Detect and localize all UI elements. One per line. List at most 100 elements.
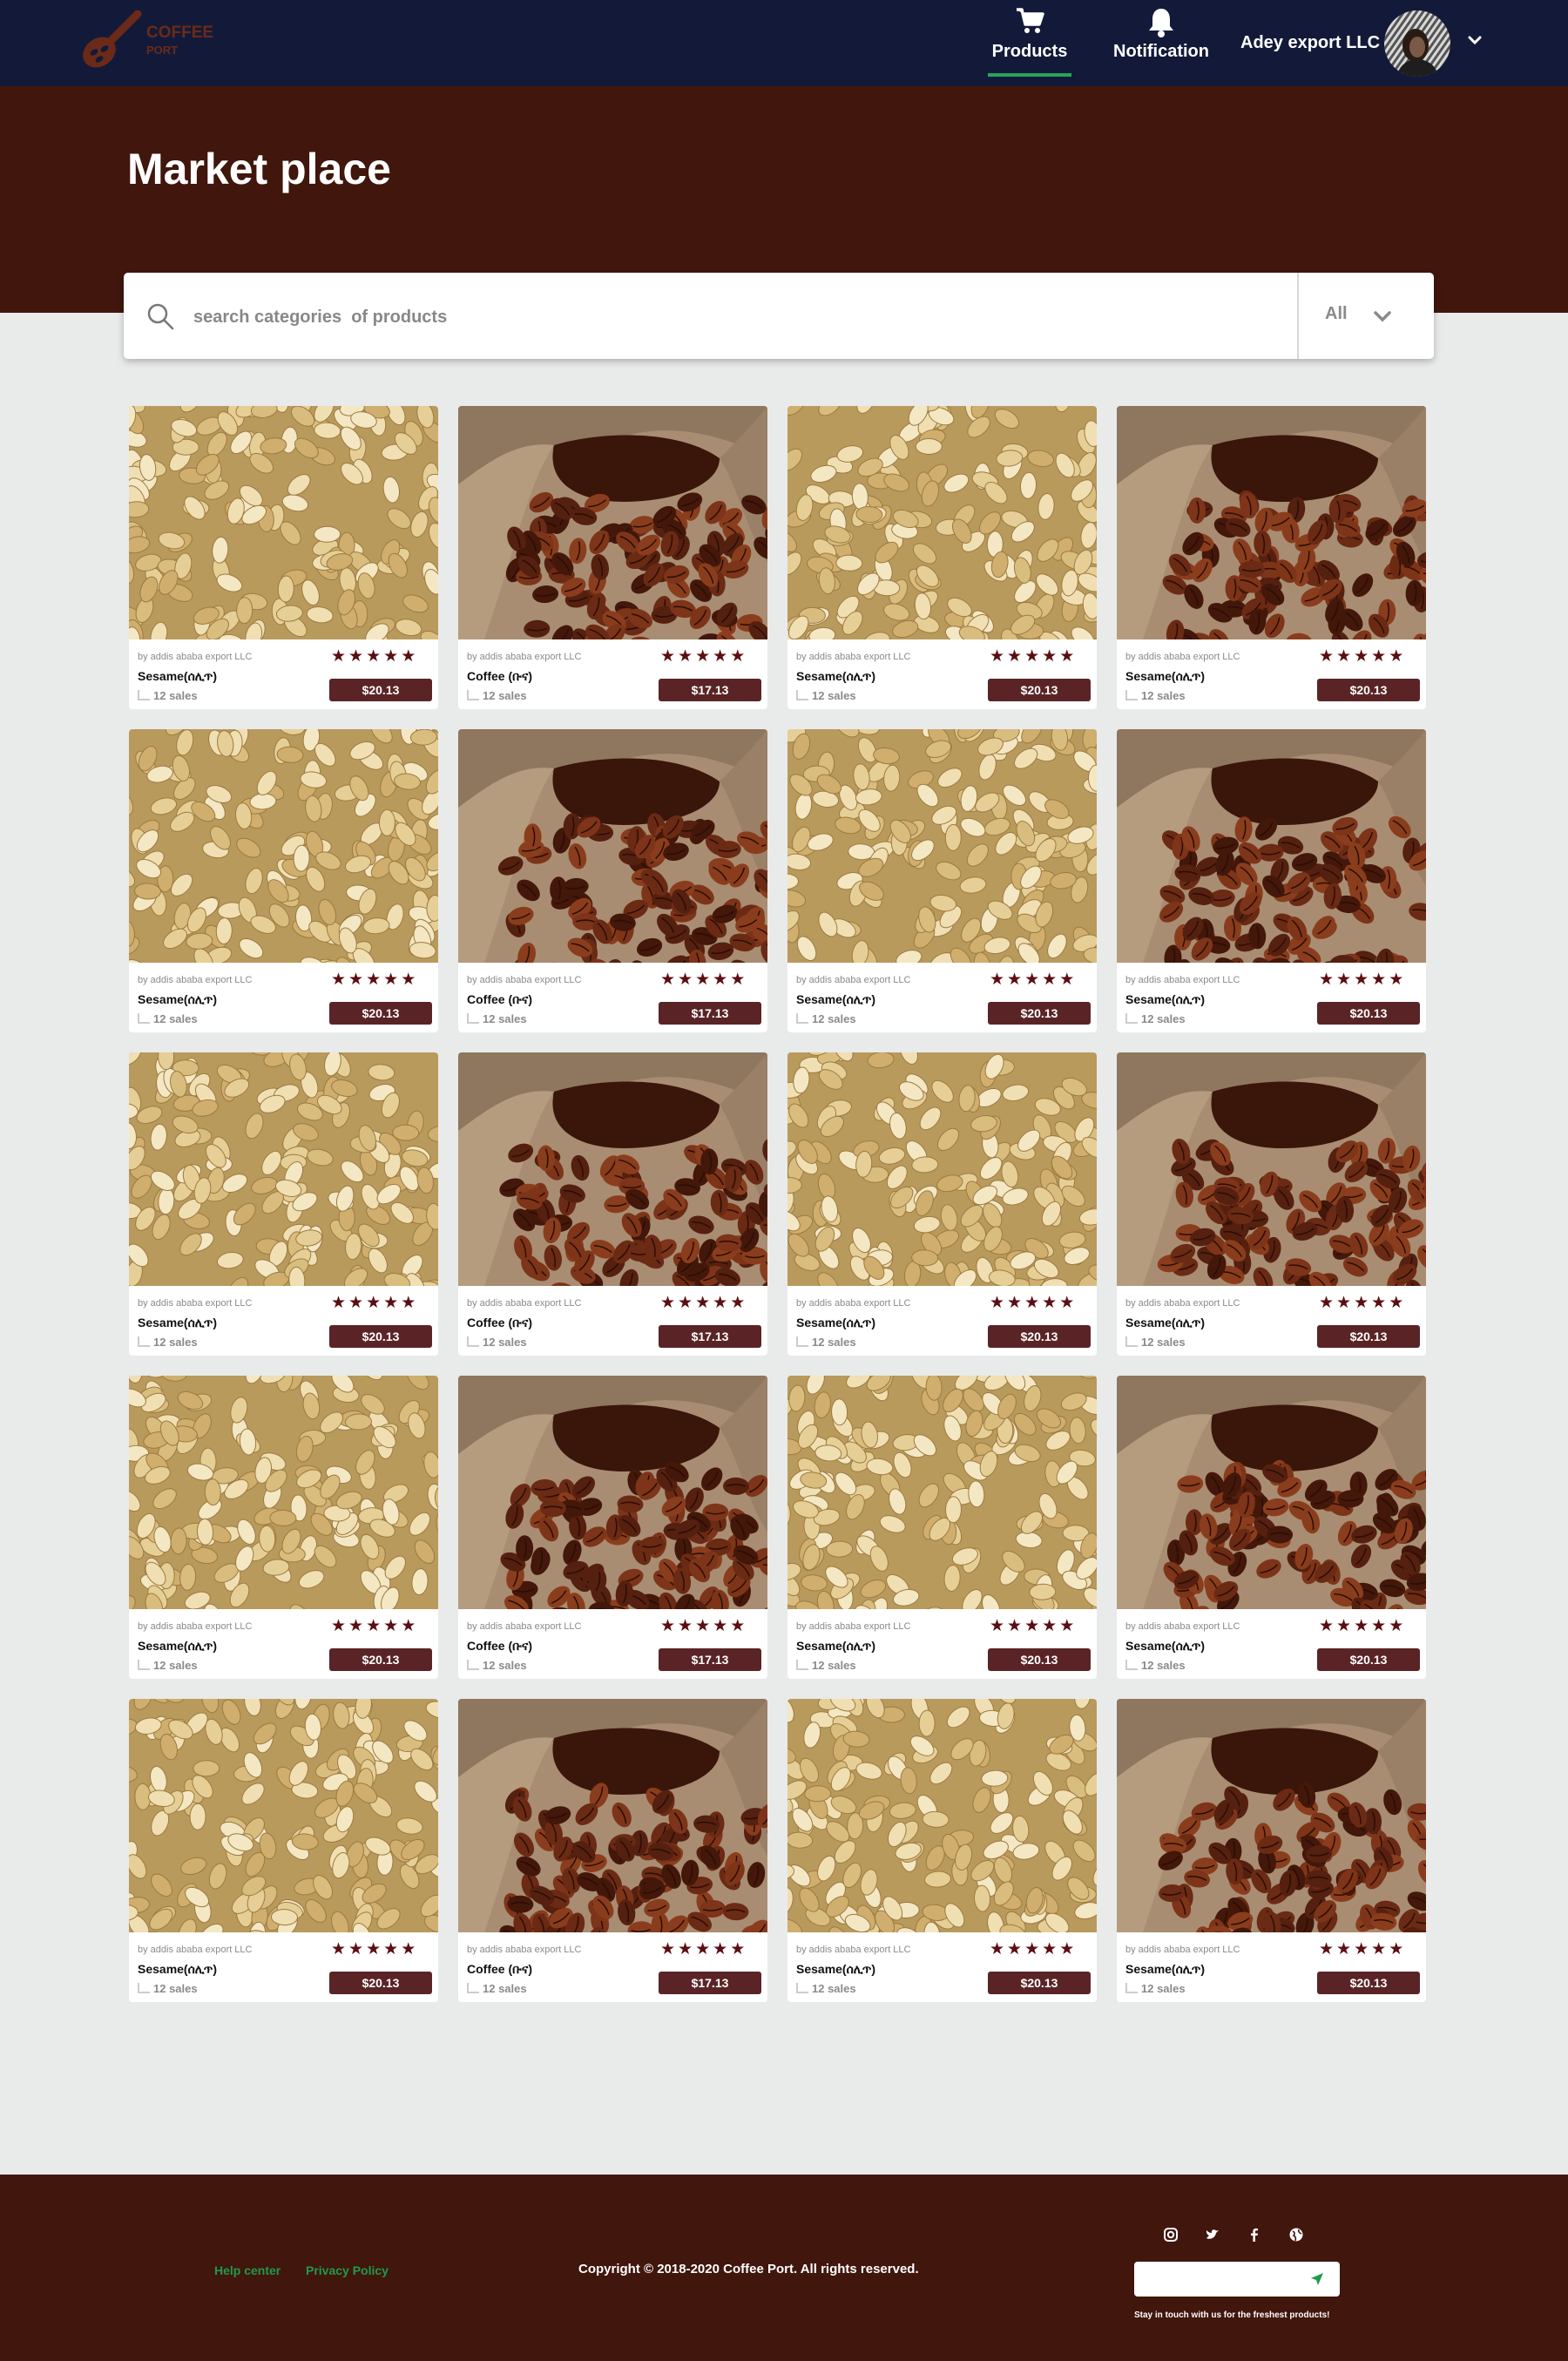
product-name[interactable]: Coffee (ቡና) — [467, 1316, 532, 1330]
product-image[interactable] — [129, 406, 438, 639]
product-price-badge[interactable]: $20.13 — [329, 1002, 432, 1025]
product-card[interactable]: by addis ababa export LLC ★★★★★ Coffee (ቡና… — [458, 1699, 767, 2002]
category-select[interactable]: All — [1299, 273, 1434, 359]
product-price-badge[interactable]: $20.13 — [988, 1002, 1091, 1025]
product-card[interactable]: by addis ababa export LLC ★★★★★ Coffee (ቡና… — [458, 406, 767, 709]
product-name[interactable]: Sesame(ሰሊጥ) — [796, 992, 875, 1007]
nav-notification[interactable]: Notification — [1103, 0, 1220, 86]
twitter-icon[interactable] — [1204, 2227, 1221, 2244]
product-card[interactable]: by addis ababa export LLC ★★★★★ Sesame(ሰሊጥ… — [1117, 1052, 1426, 1356]
product-image[interactable] — [1117, 1376, 1426, 1609]
product-image[interactable] — [787, 729, 1097, 963]
send-icon[interactable] — [1308, 2270, 1326, 2288]
product-image[interactable] — [1117, 729, 1426, 963]
product-card[interactable]: by addis ababa export LLC ★★★★★ Sesame(ሰሊጥ… — [787, 729, 1097, 1032]
product-name[interactable]: Coffee (ቡና) — [467, 1639, 532, 1654]
product-image[interactable] — [787, 1376, 1097, 1609]
product-name[interactable]: Coffee (ቡና) — [467, 669, 532, 684]
product-image[interactable] — [458, 729, 767, 963]
product-price-badge[interactable]: $20.13 — [1317, 679, 1420, 701]
product-price-badge[interactable]: $20.13 — [1317, 1648, 1420, 1671]
product-card[interactable]: by addis ababa export LLC ★★★★★ Sesame(ሰሊጥ… — [787, 406, 1097, 709]
product-price-badge[interactable]: $17.13 — [659, 1325, 761, 1348]
product-price-badge[interactable]: $20.13 — [329, 1648, 432, 1671]
product-name[interactable]: Sesame(ሰሊጥ) — [1125, 1316, 1205, 1330]
product-price-badge[interactable]: $20.13 — [988, 679, 1091, 701]
product-card[interactable]: by addis ababa export LLC ★★★★★ Sesame(ሰሊጥ… — [129, 729, 438, 1032]
product-price-badge[interactable]: $20.13 — [1317, 1002, 1420, 1025]
product-name[interactable]: Coffee (ቡና) — [467, 992, 532, 1007]
coffee-port-logo[interactable]: COFFEE PORT — [77, 10, 216, 77]
globe-icon[interactable] — [1288, 2227, 1305, 2244]
product-name[interactable]: Sesame(ሰሊጥ) — [796, 1316, 875, 1330]
product-name[interactable]: Sesame(ሰሊጥ) — [1125, 1639, 1205, 1654]
help-center-link[interactable]: Help center — [214, 2263, 280, 2277]
product-price-badge[interactable]: $17.13 — [659, 1972, 761, 1994]
product-image[interactable] — [129, 1699, 438, 1932]
product-card[interactable]: by addis ababa export LLC ★★★★★ Sesame(ሰሊጥ… — [1117, 1376, 1426, 1679]
product-name[interactable]: Sesame(ሰሊጥ) — [1125, 1962, 1205, 1977]
product-sales: 12 sales — [1125, 1982, 1186, 1995]
product-sales: 12 sales — [138, 1659, 198, 1672]
product-price-badge[interactable]: $17.13 — [659, 1648, 761, 1671]
product-image[interactable] — [458, 1052, 767, 1286]
product-card[interactable]: by addis ababa export LLC ★★★★★ Sesame(ሰሊጥ… — [1117, 406, 1426, 709]
facebook-icon[interactable] — [1246, 2227, 1263, 2244]
product-name[interactable]: Sesame(ሰሊጥ) — [138, 1316, 217, 1330]
product-card[interactable]: by addis ababa export LLC ★★★★★ Coffee (ቡና… — [458, 729, 767, 1032]
product-price-badge[interactable]: $20.13 — [988, 1648, 1091, 1671]
user-name[interactable]: Adey export LLC — [1240, 33, 1380, 53]
product-card[interactable]: by addis ababa export LLC ★★★★★ Sesame(ሰሊጥ… — [787, 1052, 1097, 1356]
product-card[interactable]: by addis ababa export LLC ★★★★★ Sesame(ሰሊጥ… — [1117, 729, 1426, 1032]
product-price-badge[interactable]: $20.13 — [988, 1325, 1091, 1348]
search-input[interactable] — [192, 297, 1153, 337]
product-name[interactable]: Sesame(ሰሊጥ) — [138, 1639, 217, 1654]
product-image[interactable] — [129, 1376, 438, 1609]
product-card[interactable]: by addis ababa export LLC ★★★★★ Sesame(ሰሊጥ… — [129, 1699, 438, 2002]
product-price-badge[interactable]: $17.13 — [659, 1002, 761, 1025]
product-name[interactable]: Sesame(ሰሊጥ) — [138, 1962, 217, 1977]
product-name[interactable]: Sesame(ሰሊጥ) — [796, 669, 875, 684]
product-image[interactable] — [1117, 1699, 1426, 1932]
product-card[interactable]: by addis ababa export LLC ★★★★★ Sesame(ሰሊጥ… — [129, 1052, 438, 1356]
product-card[interactable]: by addis ababa export LLC ★★★★★ Sesame(ሰሊጥ… — [787, 1376, 1097, 1679]
instagram-icon[interactable] — [1162, 2227, 1179, 2244]
product-price-badge[interactable]: $20.13 — [329, 1972, 432, 1994]
product-price-badge[interactable]: $20.13 — [988, 1972, 1091, 1994]
product-name[interactable]: Sesame(ሰሊጥ) — [1125, 669, 1205, 684]
product-price-badge[interactable]: $20.13 — [329, 679, 432, 701]
product-card[interactable]: by addis ababa export LLC ★★★★★ Sesame(ሰሊጥ… — [129, 1376, 438, 1679]
product-image[interactable] — [1117, 406, 1426, 639]
coffee-beans-image — [458, 1376, 767, 1609]
product-name[interactable]: Coffee (ቡና) — [467, 1962, 532, 1977]
product-card[interactable]: by addis ababa export LLC ★★★★★ Sesame(ሰሊጥ… — [787, 1699, 1097, 2002]
product-price-badge[interactable]: $20.13 — [1317, 1325, 1420, 1348]
chevron-down-icon[interactable] — [1466, 31, 1484, 49]
product-image[interactable] — [787, 1052, 1097, 1286]
product-name[interactable]: Sesame(ሰሊጥ) — [796, 1962, 875, 1977]
product-name[interactable]: Sesame(ሰሊጥ) — [1125, 992, 1205, 1007]
newsletter-email-input[interactable] — [1141, 2267, 1301, 2293]
product-image[interactable] — [1117, 1052, 1426, 1286]
product-image[interactable] — [787, 406, 1097, 639]
product-name[interactable]: Sesame(ሰሊጥ) — [138, 669, 217, 684]
product-card[interactable]: by addis ababa export LLC ★★★★★ Sesame(ሰሊጥ… — [129, 406, 438, 709]
product-image[interactable] — [129, 729, 438, 963]
product-sales-count: 12 sales — [812, 1336, 856, 1349]
product-card[interactable]: by addis ababa export LLC ★★★★★ Sesame(ሰሊጥ… — [1117, 1699, 1426, 2002]
product-price-badge[interactable]: $20.13 — [329, 1325, 432, 1348]
product-image[interactable] — [787, 1699, 1097, 1932]
product-card[interactable]: by addis ababa export LLC ★★★★★ Coffee (ቡና… — [458, 1052, 767, 1356]
product-price-badge[interactable]: $17.13 — [659, 679, 761, 701]
product-image[interactable] — [458, 406, 767, 639]
product-name[interactable]: Sesame(ሰሊጥ) — [138, 992, 217, 1007]
product-image[interactable] — [458, 1376, 767, 1609]
product-name[interactable]: Sesame(ሰሊጥ) — [796, 1639, 875, 1654]
product-card[interactable]: by addis ababa export LLC ★★★★★ Coffee (ቡና… — [458, 1376, 767, 1679]
privacy-policy-link[interactable]: Privacy Policy — [306, 2263, 389, 2277]
nav-products[interactable]: Products — [979, 0, 1080, 86]
product-image[interactable] — [458, 1699, 767, 1932]
product-image[interactable] — [129, 1052, 438, 1286]
user-avatar[interactable] — [1384, 10, 1450, 77]
product-price-badge[interactable]: $20.13 — [1317, 1972, 1420, 1994]
